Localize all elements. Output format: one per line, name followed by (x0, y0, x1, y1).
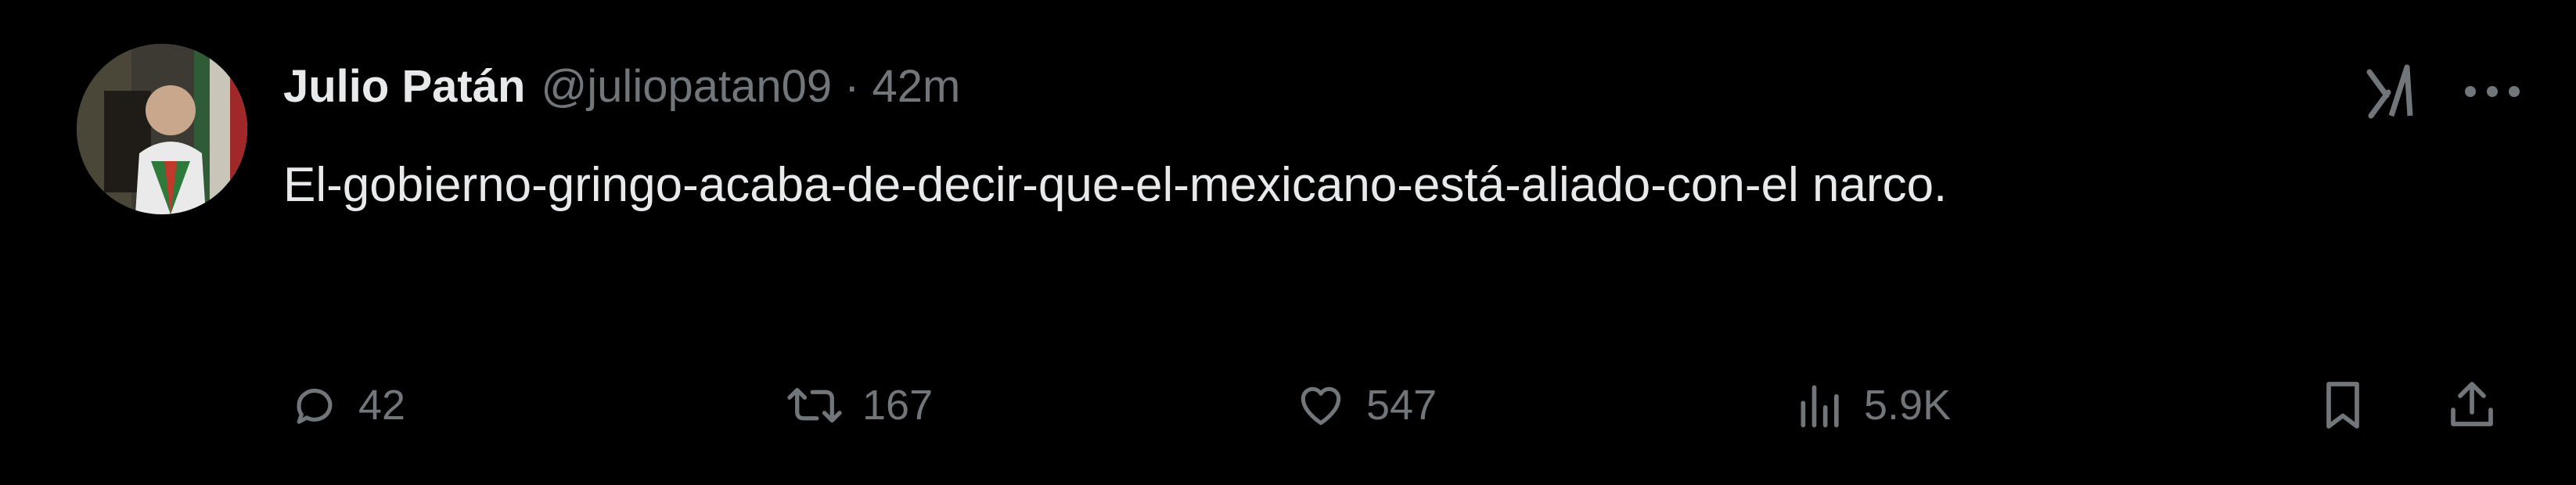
avatar[interactable] (77, 44, 247, 214)
like-count: 547 (1366, 382, 1437, 429)
like-button[interactable]: 547 (1293, 368, 1437, 443)
retweet-count: 167 (862, 382, 934, 429)
grok-icon[interactable] (2365, 61, 2416, 122)
separator-dot: · (844, 60, 860, 112)
tweet-card[interactable]: Julio Patán @juliopatan09 · 42m El-gobie… (0, 0, 2576, 485)
views-button[interactable]: 5.9K (1795, 368, 1951, 443)
bookmark-button[interactable] (2318, 368, 2385, 443)
retweet-icon (787, 387, 842, 423)
reply-count: 42 (358, 382, 406, 429)
tweet-time[interactable]: 42m (872, 60, 960, 113)
tweet-top-actions (2365, 61, 2521, 122)
author-name[interactable]: Julio Patán (283, 60, 525, 113)
bookmark-icon (2326, 382, 2359, 429)
share-icon (2451, 382, 2493, 426)
share-button[interactable] (2446, 368, 2515, 443)
reply-icon (297, 388, 333, 424)
reply-button[interactable]: 42 (288, 368, 405, 443)
heart-icon (1301, 386, 1341, 426)
tweet-header: Julio Patán @juliopatan09 · 42m (283, 55, 960, 117)
more-icon[interactable] (2463, 84, 2521, 99)
tweet-actions: 42 167 547 5.9K (283, 368, 2521, 443)
views-icon (1801, 385, 1839, 428)
views-count: 5.9K (1864, 382, 1952, 429)
author-handle[interactable]: @juliopatan09 (541, 60, 832, 113)
retweet-button[interactable]: 167 (784, 368, 933, 443)
tweet-text: El-gobierno-gringo-acaba-de-decir-que-el… (283, 158, 1948, 212)
